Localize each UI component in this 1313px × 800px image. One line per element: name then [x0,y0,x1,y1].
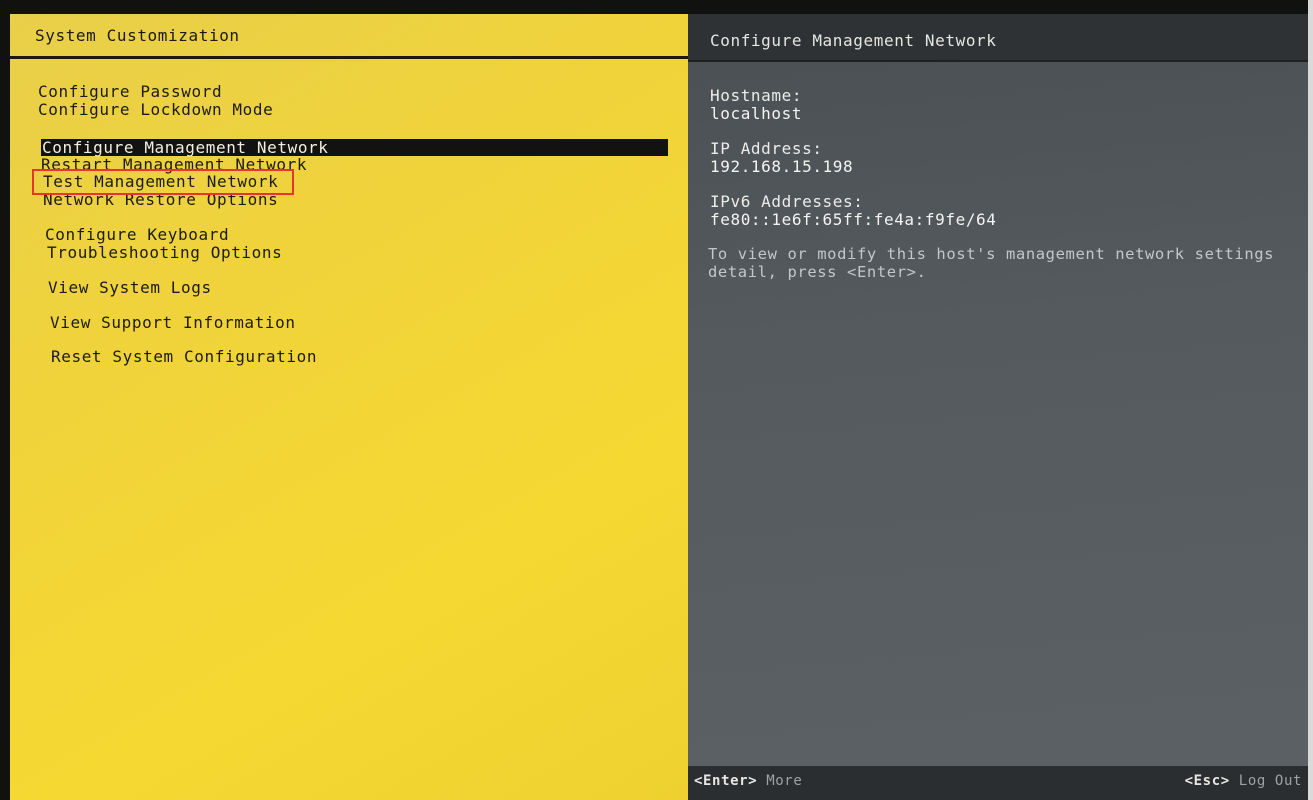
ip-address-label: IP Address: [710,139,823,158]
left-panel-header: System Customization [10,14,688,59]
esc-action-label: Log Out [1238,773,1302,789]
ipv6-addresses-value: fe80::1e6f:65ff:fe4a:f9fe/64 [710,210,997,229]
key-hint-footer: <Enter> More <Esc> Log Out [688,766,1308,800]
hostname-value: localhost [710,104,803,123]
menu-item-view-system-logs[interactable]: View System Logs [48,279,212,297]
right-panel-header: Configure Management Network [688,14,1308,62]
hostname-label: Hostname: [710,86,803,105]
footer-esc-hint[interactable]: <Esc> Log Out [1185,773,1302,789]
description-line-2: detail, press <Enter>. [708,263,927,281]
menu-item-view-support-information[interactable]: View Support Information [50,314,296,332]
menu-item-troubleshooting-options[interactable]: Troubleshooting Options [47,244,282,262]
enter-key-label: <Enter> [694,773,758,789]
footer-enter-hint[interactable]: <Enter> More [694,773,802,789]
system-customization-panel: System Customization Configure Password … [10,14,688,800]
menu-item-configure-lockdown-mode[interactable]: Configure Lockdown Mode [38,101,273,119]
left-panel-title: System Customization [35,26,240,45]
management-network-info-panel: Configure Management Network Hostname: l… [688,14,1308,800]
right-panel-title: Configure Management Network [710,31,997,50]
annotation-highlight-box [32,169,294,195]
esc-key-label: <Esc> [1184,773,1230,789]
description-line-1: To view or modify this host's management… [708,245,1275,263]
screen-edge [1308,0,1313,800]
menu-item-configure-management-network[interactable]: Configure Management Network [41,139,668,156]
menu-item-configure-password[interactable]: Configure Password [38,83,222,101]
ip-address-value: 192.168.15.198 [710,157,854,176]
management-network-description: To view or modify this host's management… [708,245,1274,281]
menu-item-reset-system-configuration[interactable]: Reset System Configuration [51,348,317,366]
ipv6-addresses-label: IPv6 Addresses: [710,192,864,211]
menu-item-configure-keyboard[interactable]: Configure Keyboard [45,226,229,244]
enter-action-label: More [766,773,803,789]
dcui-screen: System Customization Configure Password … [0,0,1313,800]
